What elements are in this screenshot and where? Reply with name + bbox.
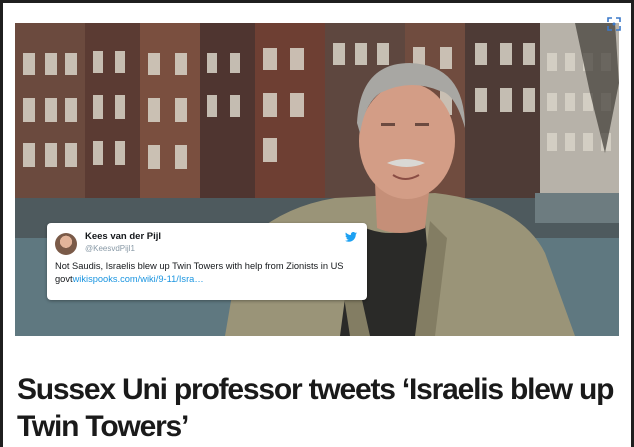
tweet-text: Not Saudis, Israelis blew up Twin Towers… <box>55 260 360 286</box>
twitter-bird-icon <box>345 232 357 242</box>
article-headline[interactable]: Sussex Uni professor tweets ‘Israelis bl… <box>17 371 623 445</box>
tweet-link[interactable]: wikispooks.com/wiki/9-11/Isra… <box>73 274 204 284</box>
tweet-author-name[interactable]: Kees van der Pijl <box>85 231 161 242</box>
embedded-tweet[interactable]: Kees van der Pijl @KeesvdPijl1 Not Saudi… <box>47 223 367 300</box>
expand-icon[interactable] <box>603 13 625 35</box>
expand-icon-glyph <box>607 17 621 31</box>
article-card: Kees van der Pijl @KeesvdPijl1 Not Saudi… <box>3 3 631 447</box>
tweet-author-avatar[interactable] <box>55 233 77 255</box>
article-hero-image[interactable]: Kees van der Pijl @KeesvdPijl1 Not Saudi… <box>15 23 619 336</box>
tweet-author-handle[interactable]: @KeesvdPijl1 <box>85 244 135 253</box>
